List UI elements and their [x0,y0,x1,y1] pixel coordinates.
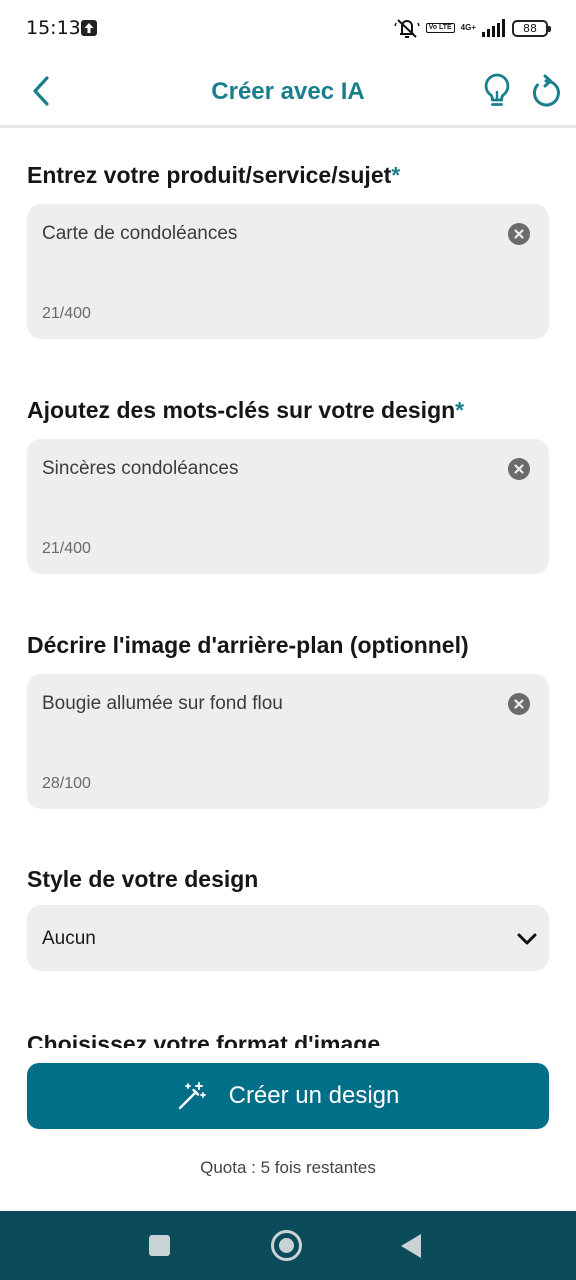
product-char-counter: 21/400 [42,305,91,322]
product-label-text: Entrez votre produit/service/sujet [27,162,392,188]
create-design-button[interactable]: Créer un design [27,1063,549,1129]
product-field[interactable]: Carte de condoléances 21/400 [27,204,549,339]
keywords-input-value[interactable]: Sincères condoléances [42,458,238,480]
network-type: 4G+ [460,23,476,32]
upload-icon [81,20,97,36]
close-icon [514,464,524,474]
style-label: Style de votre design [27,866,259,892]
clear-background-button[interactable] [508,693,530,715]
keywords-label-text: Ajoutez des mots-clés sur votre design [27,397,456,423]
battery-icon: 88 [512,19,551,37]
mute-vibrate-icon [393,19,420,38]
keywords-field[interactable]: Sincères condoléances 21/400 [27,439,549,574]
status-time: 15:13 [26,17,81,39]
quota-text: Quota : 5 fois restantes [200,1158,376,1177]
clear-product-button[interactable] [508,223,530,245]
magic-wand-icon [178,1082,206,1110]
status-icons: Vo LTE 4G+ 88 [393,16,551,40]
reset-button[interactable] [528,74,564,110]
system-back-button[interactable] [401,1234,421,1258]
close-icon [514,699,524,709]
background-label: Décrire l'image d'arrière-plan (optionne… [27,632,469,658]
app-header: Créer avec IA [0,58,576,128]
keywords-label: Ajoutez des mots-clés sur votre design* [27,397,464,424]
product-label: Entrez votre produit/service/sujet* [27,162,400,189]
format-label: Choisissez votre format d'image [27,1031,381,1050]
status-bar: 15:13 Vo LTE 4G+ 88 [0,0,576,58]
create-design-label: Créer un design [228,1082,400,1109]
background-char-counter: 28/100 [42,775,91,792]
close-icon [514,229,524,239]
system-nav-bar [0,1211,576,1280]
product-input-value[interactable]: Carte de condoléances [42,223,237,245]
required-mark: * [391,162,401,188]
recent-apps-button[interactable] [149,1235,170,1256]
background-input-value[interactable]: Bougie allumée sur fond flou [42,693,283,715]
bottom-action-panel: Créer un design Quota : 5 fois restantes [0,1048,576,1211]
refresh-icon [532,74,560,107]
signal-icon [482,19,505,37]
clear-keywords-button[interactable] [508,458,530,480]
background-field[interactable]: Bougie allumée sur fond flou 28/100 [27,674,549,809]
tips-button[interactable] [480,72,514,110]
style-select[interactable]: Aucun [27,905,549,971]
volte-icon: Vo LTE [425,23,455,33]
chevron-down-icon [517,933,537,945]
required-mark: * [455,397,465,423]
style-selected-value: Aucun [42,928,96,949]
home-button[interactable] [271,1230,302,1261]
lightbulb-icon [484,73,510,106]
keywords-char-counter: 21/400 [42,540,91,557]
